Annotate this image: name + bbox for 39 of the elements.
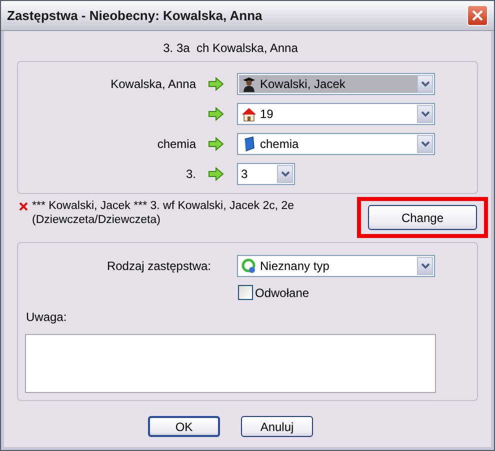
conflict-message: *** Kowalski, Jacek *** 3. wf Kowalski, Jacek 2c, 2e (Dziewczeta/Dziewczeta) bbox=[32, 199, 296, 227]
close-icon bbox=[472, 10, 483, 21]
dropdown-value: Nieznany typ bbox=[260, 259, 330, 273]
dropdown-value: 3 bbox=[241, 167, 248, 181]
dropdown[interactable]: 19 bbox=[237, 103, 435, 125]
dropdown-value: Kowalski, Jacek bbox=[260, 77, 346, 91]
book-icon bbox=[241, 136, 257, 152]
person-icon bbox=[241, 76, 257, 92]
row-label: chemia bbox=[157, 137, 196, 151]
type-label: Rodzaj zastępstwa: bbox=[106, 259, 211, 273]
cancelled-checkbox[interactable]: Odwołane bbox=[238, 285, 477, 300]
dropdown[interactable]: 3 bbox=[237, 163, 295, 185]
close-button[interactable] bbox=[467, 5, 488, 26]
error-icon bbox=[19, 202, 28, 211]
dropdown-value: 19 bbox=[260, 107, 274, 121]
arrow-icon bbox=[208, 167, 224, 181]
house-icon bbox=[241, 106, 257, 122]
arrow-icon bbox=[208, 107, 224, 121]
dialog-button[interactable]: Anuluj bbox=[241, 416, 313, 437]
dropdown[interactable]: chemia bbox=[237, 133, 435, 155]
change-button[interactable]: Change bbox=[368, 205, 477, 230]
chevron-icon bbox=[417, 257, 433, 275]
row-label: Kowalska, Anna bbox=[110, 77, 196, 91]
dialog-button[interactable]: OK bbox=[148, 416, 220, 437]
note-field[interactable] bbox=[25, 334, 436, 393]
lesson-info: 3. 3a ch Kowalska, Anna bbox=[163, 41, 298, 55]
row-label: 3. bbox=[186, 167, 196, 181]
chevron-icon bbox=[417, 135, 433, 153]
refresh-icon bbox=[241, 258, 257, 274]
chevron-icon bbox=[417, 105, 433, 123]
note-label: Uwaga: bbox=[26, 310, 67, 324]
type-dropdown[interactable]: Nieznany typ bbox=[237, 255, 435, 277]
chevron-icon bbox=[417, 75, 433, 93]
dropdown-value: chemia bbox=[260, 137, 299, 151]
chevron-icon bbox=[277, 165, 293, 183]
arrow-icon bbox=[208, 77, 224, 91]
window-title: Zastępstwa - Nieobecny: Kowalska, Anna bbox=[7, 8, 262, 23]
arrow-icon bbox=[208, 137, 224, 151]
dropdown[interactable]: Kowalski, Jacek bbox=[237, 73, 435, 95]
